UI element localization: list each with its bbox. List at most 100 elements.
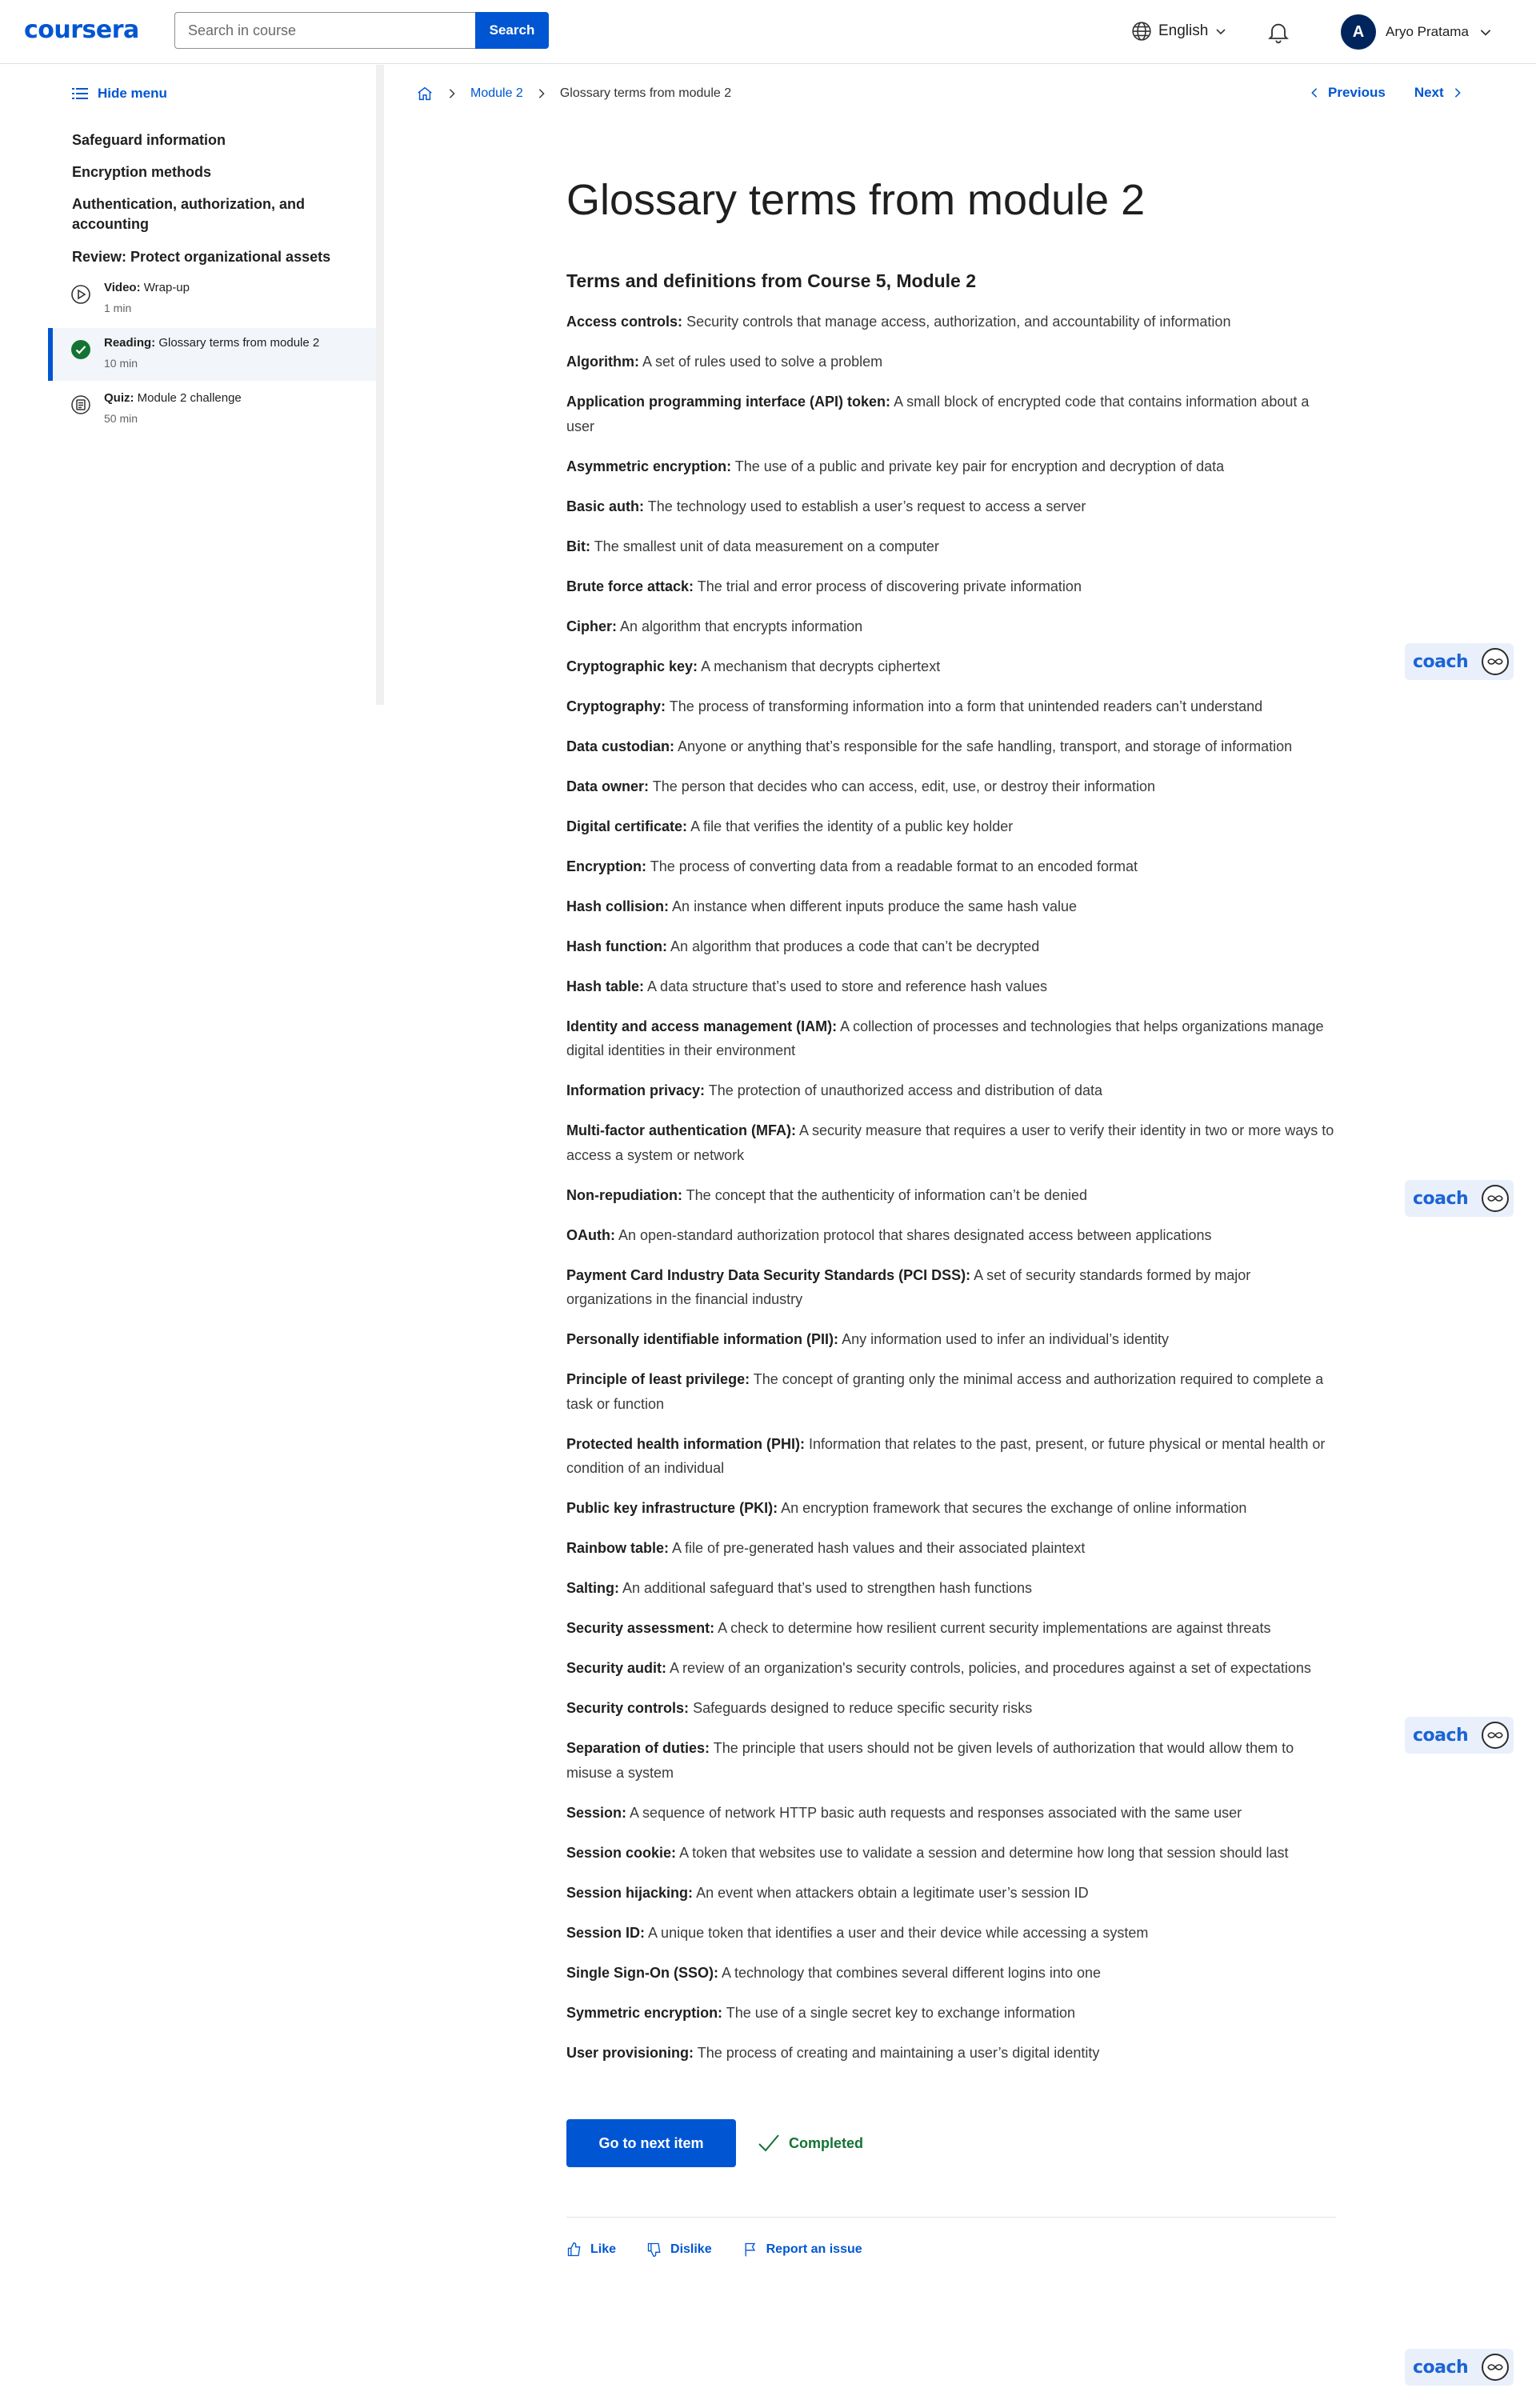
home-icon[interactable] <box>416 85 434 102</box>
glossary-term: Multi-factor authentication (MFA): A sec… <box>566 1118 1336 1167</box>
like-button[interactable]: Like <box>566 2242 616 2258</box>
term-name: Cipher: <box>566 618 617 634</box>
term-name: Basic auth: <box>566 498 645 514</box>
glossary-term: Data owner: The person that decides who … <box>566 774 1336 799</box>
glossary-term: Session ID: A unique token that identifi… <box>566 1921 1336 1946</box>
search-button[interactable]: Search <box>475 12 549 49</box>
coach-label: coach <box>1413 1725 1469 1746</box>
term-name: Digital certificate: <box>566 818 688 834</box>
coach-button[interactable]: coach <box>1405 1717 1514 1754</box>
term-name: Security controls: <box>566 1700 690 1716</box>
sidebar-section-encryption[interactable]: Encryption methods <box>72 162 336 182</box>
sidebar-item-reading[interactable]: Reading: Glossary terms from module 2 10… <box>48 328 376 381</box>
glossary-term: Public key infrastructure (PKI): An encr… <box>566 1496 1336 1521</box>
quiz-icon <box>71 395 90 414</box>
term-name: Security assessment: <box>566 1620 715 1636</box>
glossary-term: Hash function: An algorithm that produce… <box>566 934 1336 959</box>
term-name: Cryptographic key: <box>566 658 698 674</box>
term-definition: Safeguards designed to reduce specific s… <box>693 1700 1033 1716</box>
search-input[interactable] <box>174 12 475 49</box>
term-name: Identity and access management (IAM): <box>566 1018 838 1034</box>
coach-label: coach <box>1413 1188 1469 1209</box>
glossary-term: OAuth: An open-standard authorization pr… <box>566 1223 1336 1248</box>
term-name: Session: <box>566 1804 627 1821</box>
report-issue-button[interactable]: Report an issue <box>742 2242 862 2258</box>
term-name: Payment Card Industry Data Security Stan… <box>566 1266 971 1283</box>
term-definition: The process of converting data from a re… <box>650 858 1138 874</box>
term-name: Personally identifiable information (PII… <box>566 1331 839 1347</box>
list-icon <box>72 88 88 99</box>
coursera-logo[interactable]: coursera <box>24 16 139 44</box>
feedback-bar: Like Dislike Report an issue <box>566 2242 1336 2258</box>
item-duration: 1 min <box>104 302 132 314</box>
term-definition: The person that decides who can access, … <box>652 778 1156 794</box>
glossary-term: Session hijacking: An event when attacke… <box>566 1881 1336 1906</box>
term-name: Hash table: <box>566 978 645 994</box>
thumbs-down-icon <box>647 2242 661 2258</box>
coach-label: coach <box>1413 651 1469 672</box>
sidebar-section-review[interactable]: Review: Protect organizational assets <box>72 247 336 267</box>
term-name: Symmetric encryption: <box>566 2004 723 2021</box>
sidebar-section-aaa[interactable]: Authentication, authorization, and accou… <box>72 194 336 234</box>
language-selector[interactable]: English <box>1131 21 1227 42</box>
chevron-right-icon <box>1454 88 1461 98</box>
coach-button[interactable]: coach <box>1405 2349 1514 2386</box>
check-circle-icon <box>71 340 90 359</box>
coach-button[interactable]: coach <box>1405 1180 1514 1217</box>
term-definition: The concept that the authenticity of inf… <box>686 1186 1087 1203</box>
go-to-next-item-button[interactable]: Go to next item <box>566 2119 736 2167</box>
completed-status: Completed <box>757 2133 863 2154</box>
language-label: English <box>1158 22 1209 39</box>
term-definition: The technology used to establish a user’… <box>647 498 1086 514</box>
glossary-term: Security controls: Safeguards designed t… <box>566 1696 1336 1721</box>
term-definition: Any information used to infer an individ… <box>842 1331 1169 1347</box>
term-name: Asymmetric encryption: <box>566 458 732 474</box>
glossary-term: Application programming interface (API) … <box>566 390 1336 438</box>
dislike-button[interactable]: Dislike <box>646 2242 712 2258</box>
coach-icon <box>1482 2354 1509 2381</box>
course-sidebar: Hide menu Safeguard information Encrypti… <box>0 65 384 705</box>
term-definition: The process of creating and maintaining … <box>697 2044 1100 2061</box>
chevron-down-icon <box>1480 30 1491 36</box>
chevron-right-icon <box>538 89 545 98</box>
play-icon <box>71 285 90 304</box>
term-definition: The protection of unauthorized access an… <box>708 1082 1103 1098</box>
avatar: A <box>1341 14 1376 50</box>
term-definition: A set of rules used to solve a problem <box>642 354 883 370</box>
item-duration: 50 min <box>104 412 138 425</box>
search-bar: Search <box>174 12 549 49</box>
glossary-term: Algorithm: A set of rules used to solve … <box>566 350 1336 374</box>
glossary-list: Access controls: Security controls that … <box>566 310 1336 2065</box>
sidebar-section-safeguard[interactable]: Safeguard information <box>72 130 336 150</box>
item-title: Module 2 challenge <box>137 391 242 405</box>
coach-button[interactable]: coach <box>1405 643 1514 680</box>
term-name: Session cookie: <box>566 1844 677 1861</box>
previous-button[interactable]: Previous <box>1309 85 1386 101</box>
glossary-term: Protected health information (PHI): Info… <box>566 1432 1336 1481</box>
term-definition: A unique token that identifies a user an… <box>648 1924 1149 1941</box>
chevron-left-icon <box>1311 88 1318 98</box>
next-button[interactable]: Next <box>1414 85 1463 101</box>
breadcrumb-module-link[interactable]: Module 2 <box>470 86 523 101</box>
glossary-term: Cipher: An algorithm that encrypts infor… <box>566 614 1336 639</box>
glossary-term: Hash table: A data structure that’s used… <box>566 974 1336 999</box>
glossary-term: Cryptography: The process of transformin… <box>566 694 1336 719</box>
term-name: Principle of least privilege: <box>566 1371 750 1387</box>
term-definition: An open-standard authorization protocol … <box>618 1226 1212 1243</box>
term-definition: An algorithm that produces a code that c… <box>670 938 1040 954</box>
glossary-term: Asymmetric encryption: The use of a publ… <box>566 454 1336 479</box>
coach-icon <box>1482 1185 1509 1212</box>
hide-menu-button[interactable]: Hide menu <box>72 86 167 102</box>
previous-label: Previous <box>1328 85 1386 100</box>
term-definition: The use of a single secret key to exchan… <box>726 2004 1075 2021</box>
user-menu[interactable]: A Aryo Pratama <box>1341 14 1493 50</box>
notifications-bell-icon[interactable] <box>1266 19 1291 45</box>
term-definition: A check to determine how resilient curre… <box>718 1620 1271 1636</box>
term-definition: A review of an organization's security c… <box>670 1660 1311 1676</box>
sidebar-item-video[interactable]: Video: Wrap-up 1 min <box>48 273 376 326</box>
user-name: Aryo Pratama <box>1386 24 1469 39</box>
completed-label: Completed <box>789 2134 864 2151</box>
sidebar-item-quiz[interactable]: Quiz: Module 2 challenge 50 min <box>48 383 376 436</box>
checkmark-icon <box>758 2134 779 2152</box>
term-name: Public key infrastructure (PKI): <box>566 1500 778 1516</box>
